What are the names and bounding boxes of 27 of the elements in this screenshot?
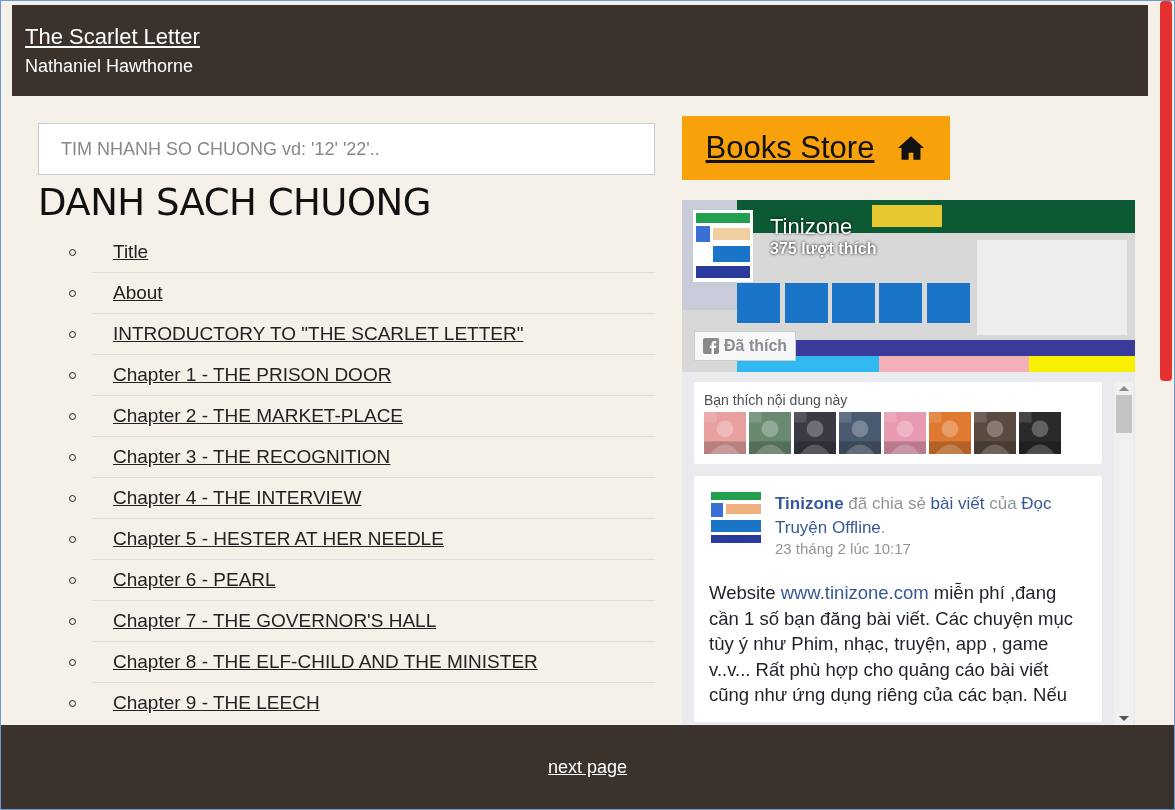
post-text: Website www.tinizone.com miễn phí ,đang cần 1 số bạn đăng bài viết. Các chuyện mục tùy ý như Phim, nhạc, truyện, app , game v..v... Rất phù hợp cho quảng cáo bài viết cũng như ứng dụng riêng của các bạn. Nếu (709, 581, 1075, 707)
chapter-link[interactable]: Chapter 7 - THE GOVERNOR'S HALL (113, 610, 437, 632)
chapter-link[interactable]: Chapter 9 - THE LEECH (113, 692, 320, 714)
author-name: Nathaniel Hawthorne (25, 56, 194, 77)
chapter-link[interactable]: Chapter 3 - THE RECOGNITION (113, 446, 391, 468)
chapter-link[interactable]: Chapter 1 - THE PRISON DOOR (113, 364, 392, 386)
post-title: Tinizone đã chia sẻ bài viết của Đọc Truyện Offline. (775, 493, 1053, 539)
chapter-link[interactable]: Title (113, 241, 149, 263)
post-time: 23 tháng 2 lúc 10:17 (775, 540, 911, 557)
chapter-link[interactable]: INTRODUCTORY TO "THE SCARLET LETTER" (113, 323, 524, 345)
book-title-link[interactable]: The Scarlet Letter (25, 24, 200, 50)
chapter-link[interactable]: About (113, 282, 163, 304)
search-field[interactable]: TIM NHANH SO CHUONG vd: '12' '22'.. (38, 123, 655, 175)
scrollbar[interactable] (1114, 382, 1133, 725)
page-scrollbar[interactable] (1160, 1, 1172, 381)
friends-title: Bạn thích nội dung này (704, 392, 849, 408)
chapter-link[interactable]: Chapter 4 - THE INTERVIEW (113, 487, 362, 509)
section-heading: DANH SACH CHUONG (38, 181, 432, 224)
chapter-link[interactable]: Chapter 2 - THE MARKET-PLACE (113, 405, 404, 427)
next-page-link[interactable]: next page (547, 756, 628, 778)
books-store-button[interactable]: Books Store (682, 116, 950, 180)
website-link[interactable]: www.tinizone.com (780, 582, 929, 603)
author-link[interactable]: Tinizone (775, 494, 844, 513)
post-link[interactable]: bài viết (930, 494, 985, 513)
chapter-link[interactable]: Chapter 6 - PEARL (113, 569, 276, 591)
chapter-link[interactable]: Chapter 8 - THE ELF-CHILD AND THE MINISTER (113, 651, 538, 673)
chapter-link[interactable]: Chapter 5 - HESTER AT HER NEEDLE (113, 528, 444, 550)
